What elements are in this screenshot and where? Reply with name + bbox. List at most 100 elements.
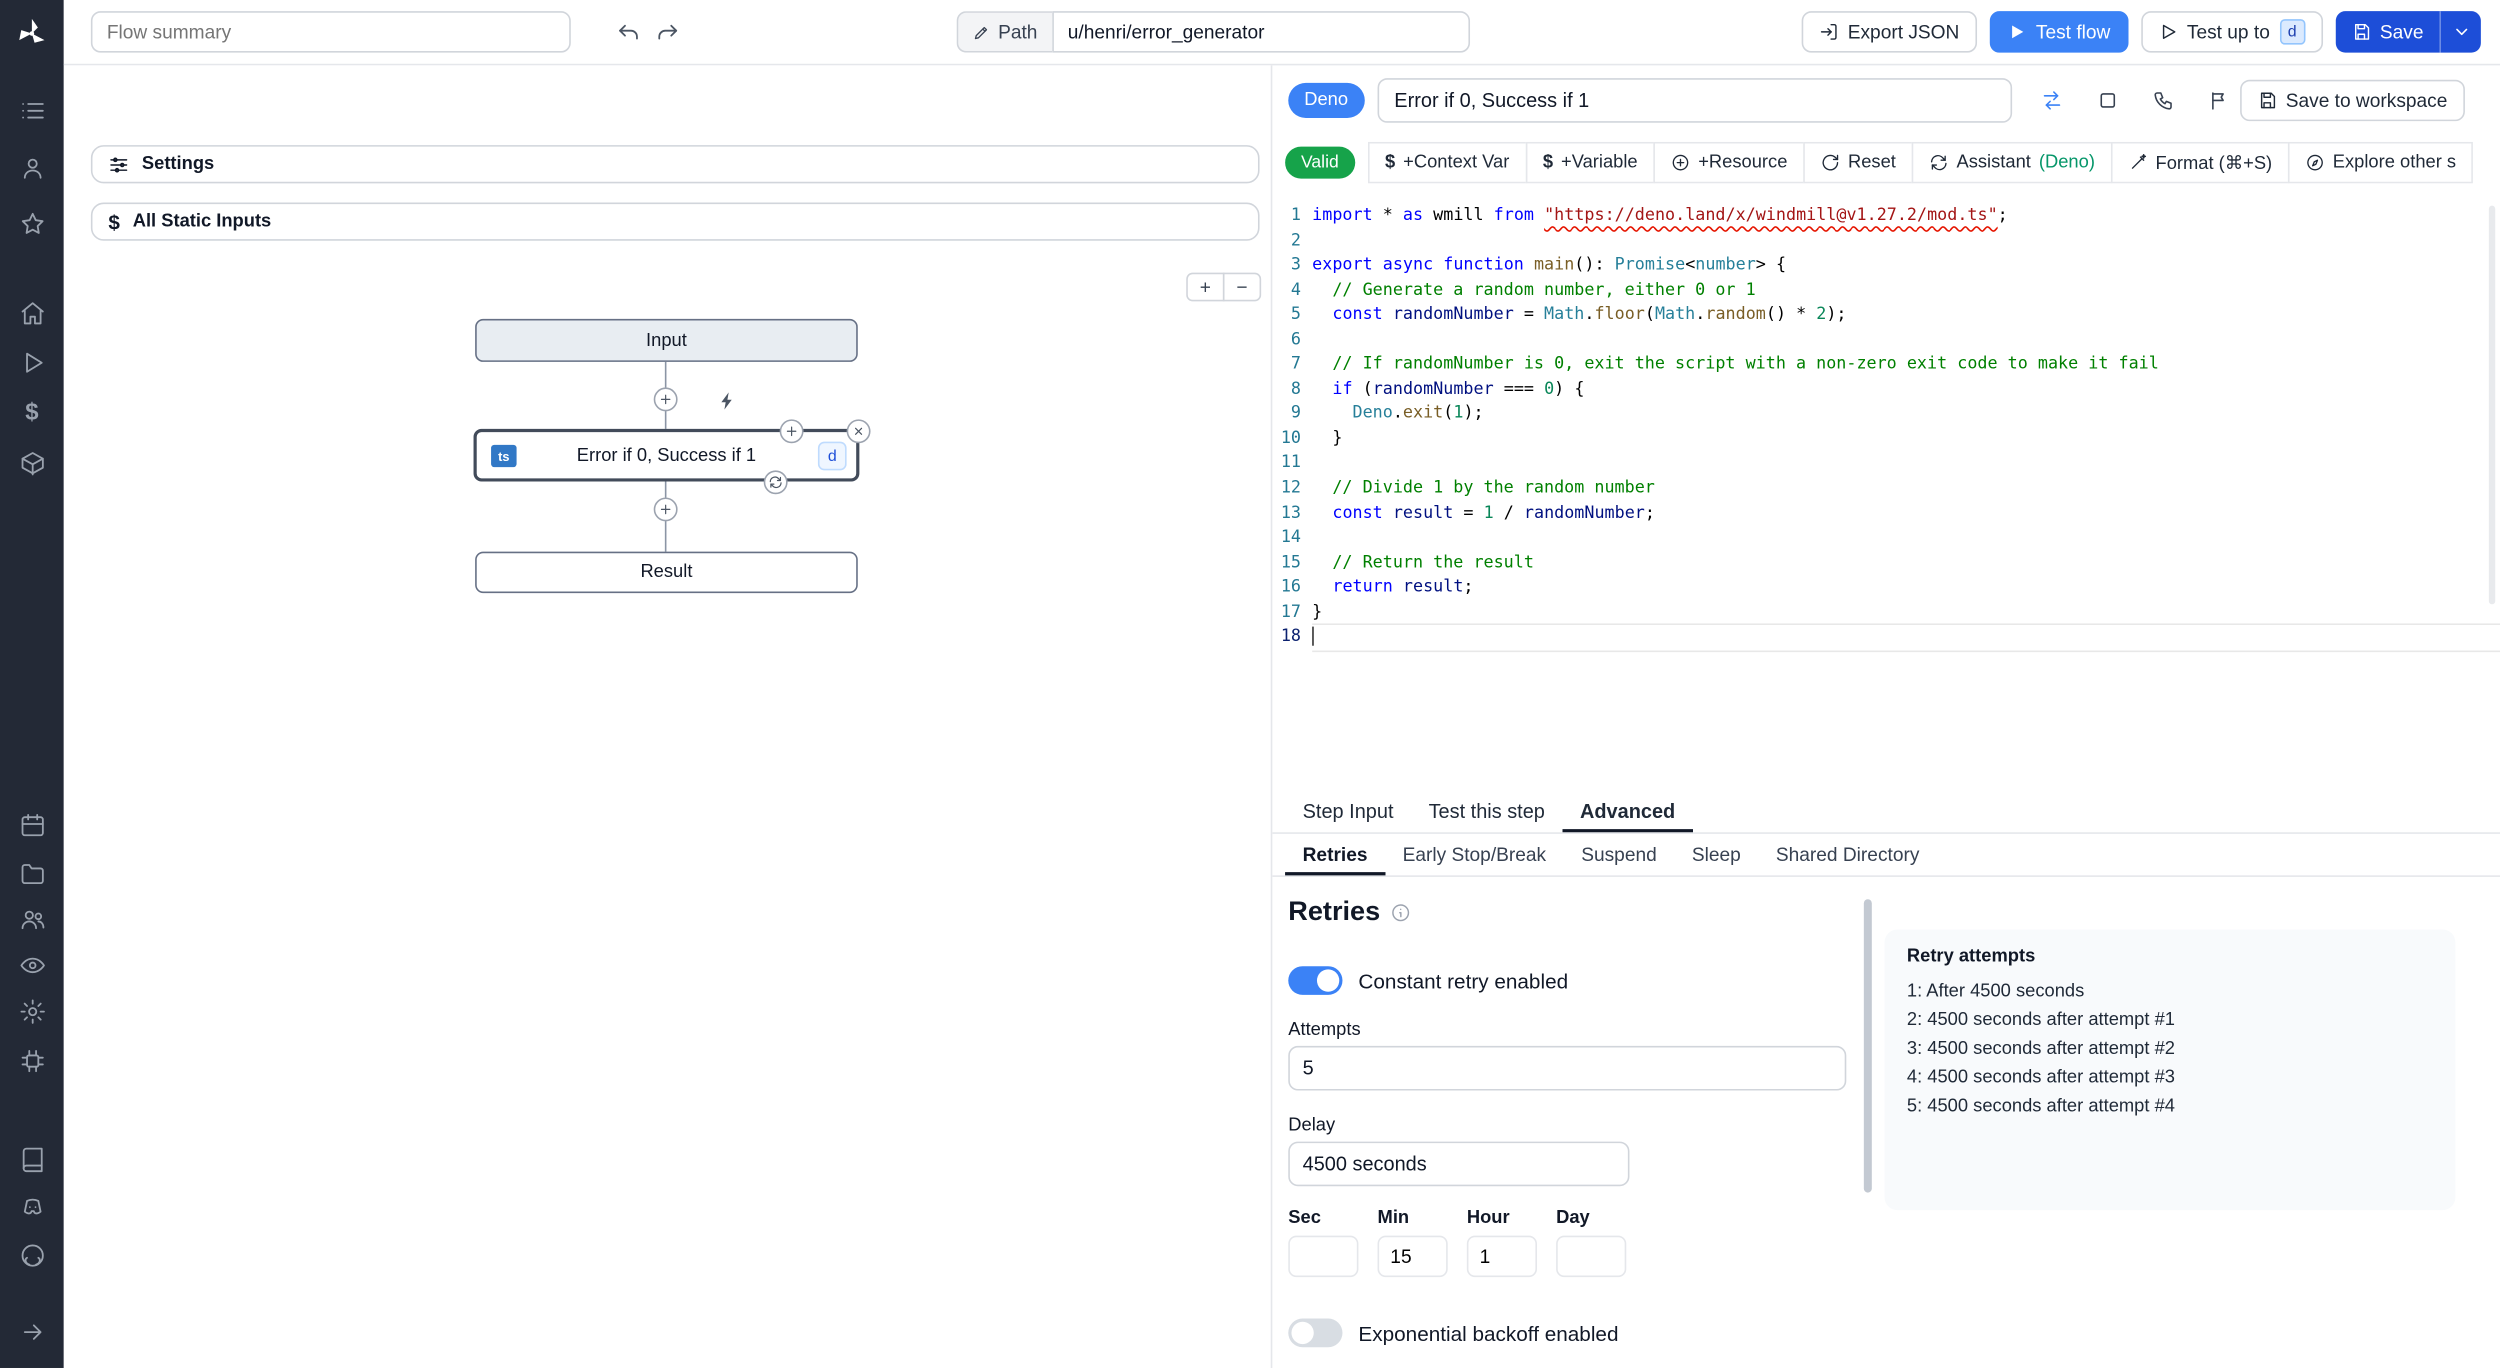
flag-button[interactable] [2203, 85, 2235, 117]
assistant-button[interactable]: Assistant (Deno) [1911, 141, 2113, 184]
code-lines: import * as wmill from "https://deno.lan… [1307, 196, 2500, 789]
play-outline-icon [2162, 24, 2175, 39]
add-variable-button[interactable]: $ +Variable [1525, 141, 1656, 184]
explore-scripts-button[interactable]: Explore other s [2288, 141, 2474, 184]
retry-attempt-item: 2: 4500 seconds after attempt #1 [1906, 1010, 2175, 1030]
all-static-inputs-row[interactable]: $ All Static Inputs [90, 202, 1260, 241]
trigger-bolt-button[interactable] [713, 386, 742, 415]
add-resource-button[interactable]: +Resource [1653, 141, 1805, 184]
step-editor-panel: Deno Save to worksp [1272, 65, 2500, 1368]
path-group: Path [956, 11, 1470, 53]
users-groups-icon[interactable] [0, 894, 64, 942]
min-input[interactable] [1377, 1235, 1448, 1278]
sec-input[interactable] [1288, 1235, 1359, 1278]
flow-panel: Settings $ All Static Inputs + − Input t… [63, 65, 1273, 1368]
subtab-retries[interactable]: Retries [1285, 834, 1385, 875]
topbar-actions: Export JSON Test flow Test up to d Save [1801, 11, 2481, 53]
step-name-input[interactable] [1376, 78, 2012, 123]
code-editor[interactable]: 1 2 3 4 5 6 7 8 9 10 11 12 13 14 15 16 17 18 import * as … [1272, 196, 2500, 789]
phone-button[interactable] [2147, 85, 2179, 117]
plus-icon [786, 426, 797, 437]
step-header-icons [2035, 85, 2234, 117]
test-flow-button[interactable]: Test flow [1989, 11, 2128, 53]
delete-step-button[interactable] [846, 419, 871, 444]
eye-icon[interactable] [0, 941, 64, 989]
main-column: Path Export JSON Test flow Test up to d [63, 0, 2500, 1368]
zoom-out-button[interactable]: − [1222, 272, 1262, 302]
save-icon [2354, 23, 2369, 40]
swap-button[interactable] [2035, 85, 2067, 117]
add-context-var-button[interactable]: $ +Context Var [1367, 141, 1527, 184]
insert-step-above-button[interactable] [779, 419, 804, 444]
delay-input[interactable] [1288, 1141, 1630, 1187]
exponential-backoff-toggle[interactable] [1288, 1318, 1343, 1348]
windmill-logo-icon[interactable] [0, 10, 64, 58]
add-step-button[interactable] [653, 387, 678, 412]
test-up-to-button[interactable]: Test up to d [2140, 11, 2323, 53]
code-toolbar: Valid $ +Context Var $ +Variable +Resour… [1285, 141, 2500, 184]
tab-test-this-step[interactable]: Test this step [1411, 789, 1562, 832]
topbar: Path Export JSON Test flow Test up to d [63, 0, 2500, 66]
info-icon[interactable] [1390, 902, 1411, 923]
save-button[interactable]: Save [2335, 11, 2439, 52]
flow-summary-input[interactable] [90, 11, 571, 53]
format-button[interactable]: Format (⌘+S) [2110, 141, 2290, 184]
settings-row[interactable]: Settings [90, 145, 1260, 184]
vertical-scrollbar[interactable] [1863, 899, 1872, 1193]
subtab-suspend[interactable]: Suspend [1564, 834, 1675, 875]
sliders-icon [110, 156, 128, 172]
discord-icon[interactable] [0, 1183, 64, 1231]
reset-icon [1822, 154, 1839, 171]
reset-button[interactable]: Reset [1803, 141, 1914, 184]
add-step-button[interactable] [653, 497, 678, 522]
constant-retry-toggle[interactable] [1288, 966, 1343, 995]
subtab-shared-directory[interactable]: Shared Directory [1758, 834, 1937, 875]
hour-input[interactable] [1466, 1235, 1537, 1278]
swap-icon [2042, 91, 2060, 110]
undo-button[interactable] [609, 13, 647, 51]
dollar-variables-icon[interactable]: $ [0, 387, 64, 435]
sidebar: $ [0, 0, 64, 1368]
book-docs-icon[interactable] [0, 1135, 64, 1183]
save-to-workspace-button[interactable]: Save to workspace [2239, 79, 2465, 122]
exponential-backoff-row: Exponential backoff enabled [1288, 1318, 2500, 1348]
valid-status-badge: Valid [1285, 146, 1355, 179]
flow-editor-app: $ Flow summary Path u/henri/error_genera… [0, 0, 2500, 1368]
cube-resources-icon[interactable] [0, 438, 64, 486]
subtab-sleep[interactable]: Sleep [1674, 834, 1758, 875]
user-icon[interactable] [0, 143, 64, 191]
list-icon[interactable] [0, 86, 64, 134]
zoom-in-button[interactable]: + [1186, 272, 1225, 302]
expand-sidebar-arrow-icon[interactable] [0, 1307, 64, 1355]
subtab-early-stop[interactable]: Early Stop/Break [1385, 834, 1564, 875]
redo-button[interactable] [647, 13, 685, 51]
attempts-input[interactable] [1288, 1045, 1847, 1091]
pencil-icon [974, 26, 988, 39]
export-json-button[interactable]: Export JSON [1801, 11, 1977, 53]
gear-icon[interactable] [0, 987, 64, 1035]
hour-label: Hour [1466, 1208, 1510, 1228]
retry-attempt-item: 4: 4500 seconds after attempt #3 [1906, 1068, 2175, 1088]
tab-step-input[interactable]: Step Input [1285, 789, 1411, 832]
assistant-refresh-icon [1931, 155, 1947, 171]
flow-canvas[interactable]: + − Input ts Error if 0, Success if 1 d … [64, 254, 1271, 1368]
undo-icon [618, 24, 638, 39]
play-runs-icon[interactable] [0, 338, 64, 386]
editor-scrollbar[interactable] [2488, 205, 2496, 605]
star-icon[interactable] [0, 199, 64, 247]
github-icon[interactable] [0, 1231, 64, 1279]
fullscreen-button[interactable] [2091, 85, 2123, 117]
folder-icon[interactable] [0, 848, 64, 896]
result-node[interactable]: Result [475, 551, 858, 594]
save-dropdown-button[interactable] [2439, 11, 2480, 53]
content-split: Settings $ All Static Inputs + − Input t… [63, 65, 2500, 1368]
cpu-workers-icon[interactable] [0, 1036, 64, 1084]
path-input[interactable] [1051, 11, 1470, 53]
tab-advanced[interactable]: Advanced [1562, 789, 1692, 832]
home-icon[interactable] [0, 289, 64, 337]
input-node[interactable]: Input [475, 318, 858, 362]
calendar-icon[interactable] [0, 800, 64, 848]
day-input[interactable] [1556, 1235, 1627, 1278]
lightning-icon [720, 391, 731, 409]
retry-loop-badge[interactable] [763, 470, 788, 495]
